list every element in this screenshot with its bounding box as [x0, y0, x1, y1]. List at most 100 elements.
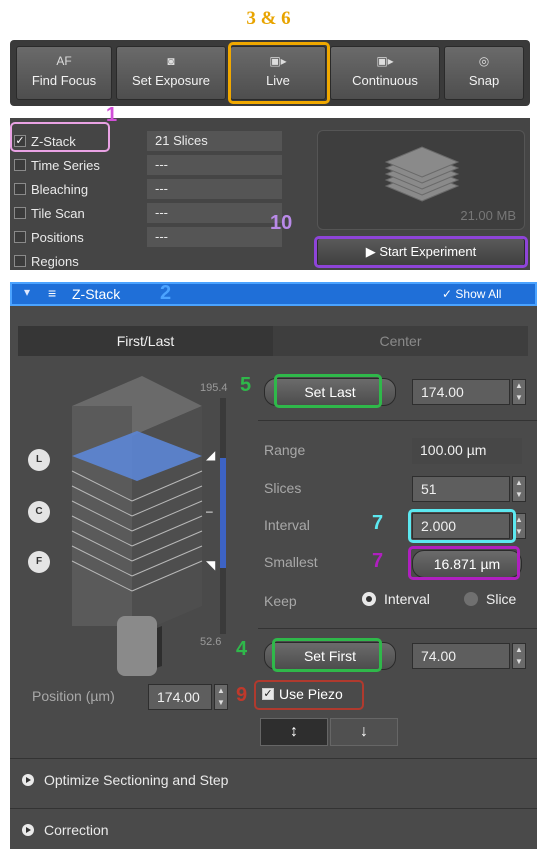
set-last-value-field[interactable]: 174.00	[412, 379, 510, 405]
experiment-options-panel: ✓ Z-Stack 21 Slices Time Series --- Blea…	[10, 118, 530, 270]
set-first-value-field[interactable]: 74.00	[412, 643, 510, 669]
annotation-5: 5	[240, 374, 252, 396]
use-piezo-option[interactable]: ✓ Use Piezo	[262, 686, 343, 702]
position-field[interactable]: 174.00	[148, 684, 212, 710]
find-focus-label: Find Focus	[31, 73, 97, 88]
up-down-arrow-icon: ↕	[290, 723, 298, 740]
use-piezo-checkbox[interactable]: ✓	[262, 688, 274, 700]
time-series-value: ---	[147, 155, 282, 175]
expand-arrow-icon	[22, 824, 34, 836]
menu-lines-icon: ≡	[48, 285, 57, 301]
keep-slice-radio[interactable]: Slice	[464, 591, 516, 607]
position-spinner[interactable]: ▲ ▼	[214, 684, 228, 710]
keep-interval-label: Interval	[384, 591, 430, 607]
regions-checkbox[interactable]	[14, 255, 26, 267]
interval-field[interactable]: 2.000	[412, 513, 510, 539]
keep-interval-radio[interactable]: Interval	[362, 591, 430, 607]
optimize-sectioning-label: Optimize Sectioning and Step	[44, 772, 229, 788]
tab-first-last[interactable]: First/Last	[18, 326, 273, 356]
stack-visualization	[71, 376, 203, 676]
continuous-icon: ▣▸	[376, 54, 394, 68]
radio-unselected-icon	[464, 592, 478, 606]
regions-option[interactable]: Regions	[14, 250, 79, 272]
slices-field[interactable]: 51	[412, 476, 510, 502]
down-arrow-icon: ↓	[360, 723, 368, 740]
bidirectional-scan-button[interactable]: ↕	[260, 718, 328, 746]
annotation-9: 9	[236, 684, 248, 706]
annotation-1: 1	[106, 104, 118, 126]
time-series-option[interactable]: Time Series	[14, 154, 100, 176]
unidirectional-scan-button[interactable]: ↓	[330, 718, 398, 746]
af-icon: AF	[56, 54, 72, 68]
set-last-spinner[interactable]: ▲ ▼	[512, 379, 526, 405]
live-button[interactable]: ▣▸ Live	[230, 46, 326, 100]
first-marker-icon[interactable]: ◥	[206, 558, 215, 572]
video-icon: ▣▸	[269, 54, 287, 68]
zstack-slices-value: 21 Slices	[147, 131, 282, 151]
positions-checkbox[interactable]	[14, 231, 26, 243]
continuous-button[interactable]: ▣▸ Continuous	[330, 46, 440, 100]
show-all-toggle[interactable]: ✓ Show All	[442, 287, 501, 301]
correction-section[interactable]: Correction	[22, 822, 109, 838]
range-label: Range	[264, 442, 306, 458]
slices-spinner[interactable]: ▲ ▼	[512, 476, 526, 502]
divider	[258, 628, 537, 629]
play-icon: ▶	[365, 244, 376, 259]
positions-value: ---	[147, 227, 282, 247]
slices-label: Slices	[264, 480, 302, 496]
set-exposure-label: Set Exposure	[131, 73, 211, 88]
zstack-header-title: Z-Stack	[72, 286, 121, 302]
center-marker-button[interactable]: C	[28, 501, 50, 523]
time-series-checkbox[interactable]	[14, 159, 26, 171]
interval-spinner[interactable]: ▲ ▼	[512, 513, 526, 539]
annotation-10: 10	[270, 212, 293, 234]
scale-bottom-value: 52.6	[200, 636, 222, 648]
start-experiment-label: Start Experiment	[379, 244, 477, 259]
snap-button[interactable]: ◎ Snap	[444, 46, 524, 100]
z-scale-track	[220, 398, 226, 634]
set-first-spinner[interactable]: ▲ ▼	[512, 643, 526, 669]
position-label: Position (µm)	[32, 688, 115, 704]
bleaching-option[interactable]: Bleaching	[14, 178, 88, 200]
start-experiment-button[interactable]: ▶ Start Experiment	[317, 238, 525, 266]
find-focus-button[interactable]: AF Find Focus	[16, 46, 112, 100]
set-last-button[interactable]: Set Last	[264, 378, 396, 406]
divider	[10, 758, 537, 759]
annotation-label-3-6: 3 & 6	[246, 8, 291, 29]
zstack-option[interactable]: ✓ Z-Stack	[14, 130, 76, 152]
scale-top-value: 195.4	[200, 382, 228, 394]
stack-preview: 21.00 MB	[317, 130, 525, 230]
positions-label: Positions	[31, 229, 84, 245]
expand-arrow-icon	[22, 774, 34, 786]
annotation-4: 4	[236, 638, 248, 660]
set-exposure-button[interactable]: ◙ Set Exposure	[116, 46, 226, 100]
tile-scan-label: Tile Scan	[31, 205, 85, 221]
tab-center[interactable]: Center	[273, 326, 528, 356]
optimize-sectioning-section[interactable]: Optimize Sectioning and Step	[22, 772, 228, 788]
tile-scan-option[interactable]: Tile Scan	[14, 202, 85, 224]
center-marker-icon[interactable]: –	[206, 504, 213, 518]
tile-scan-checkbox[interactable]	[14, 207, 26, 219]
positions-option[interactable]: Positions	[14, 226, 84, 248]
zstack-header-bar[interactable]: ▾ ≡ Z-Stack ✓ Show All	[10, 282, 537, 306]
tile-scan-value: ---	[147, 203, 282, 223]
divider	[10, 808, 537, 809]
zstack-mode-tabs: First/Last Center	[18, 326, 528, 356]
annotation-2: 2	[160, 282, 172, 304]
smallest-button[interactable]: 16.871 µm	[412, 550, 522, 578]
use-piezo-label: Use Piezo	[279, 686, 343, 702]
acquisition-toolbar: AF Find Focus ◙ Set Exposure ▣▸ Live ▣▸ …	[10, 40, 530, 106]
last-marker-button[interactable]: L	[28, 449, 50, 471]
correction-label: Correction	[44, 822, 109, 838]
bleaching-value: ---	[147, 179, 282, 199]
snap-camera-icon: ◎	[478, 54, 490, 68]
last-marker-icon[interactable]: ◢	[206, 448, 215, 462]
range-value: 100.00 µm	[412, 438, 522, 464]
zstack-checkbox[interactable]: ✓	[14, 135, 26, 147]
collapse-chevron-icon[interactable]: ▾	[24, 285, 30, 299]
divider	[258, 420, 537, 421]
set-first-button[interactable]: Set First	[264, 642, 396, 670]
regions-label: Regions	[31, 253, 79, 269]
first-marker-button[interactable]: F	[28, 551, 50, 573]
bleaching-checkbox[interactable]	[14, 183, 26, 195]
